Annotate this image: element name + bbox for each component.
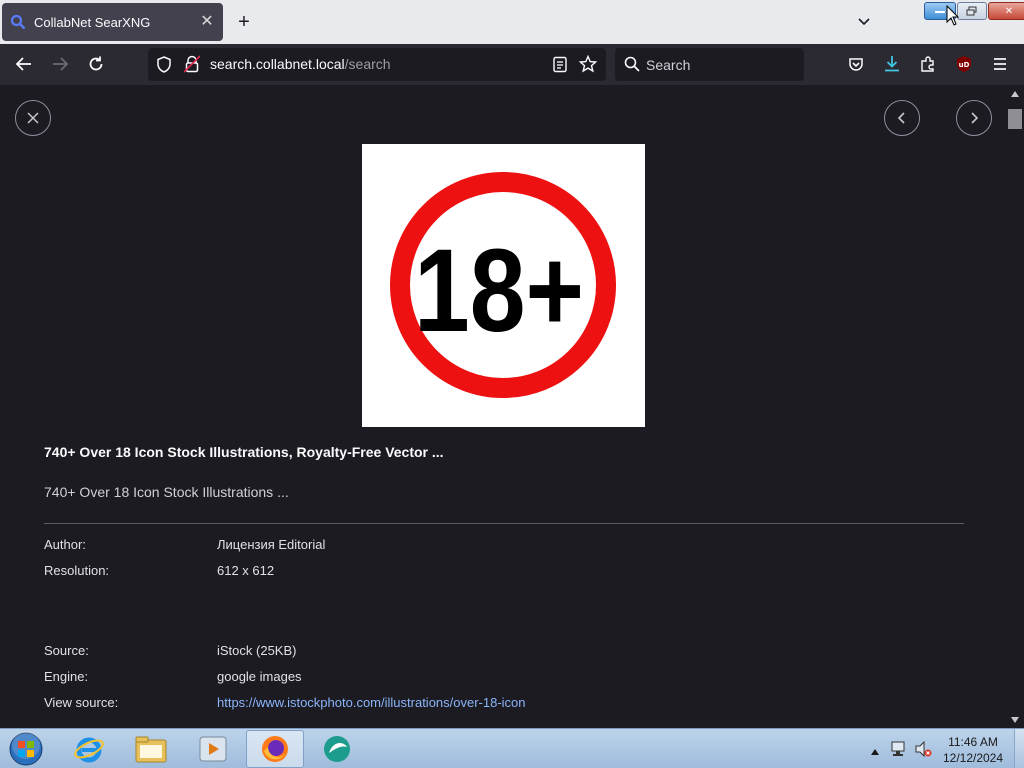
restore-button[interactable] bbox=[957, 2, 987, 20]
author-label: Author: bbox=[44, 537, 86, 552]
previous-result-button[interactable] bbox=[884, 100, 920, 136]
hamburger-menu-icon[interactable] bbox=[988, 52, 1012, 76]
tab-close-icon[interactable]: ✕ bbox=[199, 14, 215, 30]
list-all-tabs-chevron-icon[interactable] bbox=[856, 12, 872, 32]
taskbar-clock[interactable]: 11:46 AM 12/12/2024 bbox=[936, 734, 1010, 766]
url-host: search.collabnet.local bbox=[210, 56, 345, 72]
chevron-right-icon bbox=[971, 112, 979, 124]
search-bar[interactable]: Search bbox=[615, 48, 804, 81]
source-label: Source: bbox=[44, 643, 89, 658]
windows-taskbar: 11:46 AM 12/12/2024 bbox=[0, 728, 1024, 768]
insecure-lock-icon[interactable] bbox=[183, 55, 201, 78]
svg-text:uD: uD bbox=[959, 61, 970, 69]
pocket-icon[interactable] bbox=[844, 52, 868, 76]
mouse-cursor-icon bbox=[946, 5, 960, 26]
search-icon bbox=[10, 14, 26, 30]
resolution-label: Resolution: bbox=[44, 563, 110, 578]
author-value: Лицензия Editorial bbox=[217, 537, 326, 552]
next-result-button[interactable] bbox=[956, 100, 992, 136]
window-controls: ✕ bbox=[924, 2, 1024, 21]
internet-explorer-icon[interactable] bbox=[60, 730, 118, 768]
close-icon bbox=[27, 112, 39, 124]
scrollbar-thumb[interactable] bbox=[1008, 109, 1022, 129]
result-image[interactable]: 18+ bbox=[362, 144, 645, 427]
extensions-puzzle-icon[interactable] bbox=[916, 52, 940, 76]
show-desktop-button[interactable] bbox=[1014, 729, 1024, 768]
result-title: 740+ Over 18 Icon Stock Illustrations, R… bbox=[44, 444, 444, 460]
view-source-label: View source: bbox=[44, 695, 119, 710]
forward-arrow-icon[interactable] bbox=[48, 52, 72, 76]
back-arrow-icon[interactable] bbox=[12, 52, 36, 76]
view-source-link[interactable]: https://www.istockphoto.com/illustration… bbox=[217, 695, 526, 710]
file-explorer-icon[interactable] bbox=[122, 730, 180, 768]
source-value: iStock (25KB) bbox=[217, 643, 297, 658]
url-text: search.collabnet.local/search bbox=[210, 56, 391, 72]
url-bar[interactable]: search.collabnet.local/search bbox=[148, 48, 606, 81]
chevron-left-icon bbox=[897, 112, 905, 124]
app-teal-icon[interactable] bbox=[308, 730, 366, 768]
reader-view-icon[interactable] bbox=[552, 56, 568, 78]
image-detail-viewer: 18+ 740+ Over 18 Icon Stock Illustration… bbox=[0, 85, 1006, 728]
reload-icon[interactable] bbox=[84, 52, 108, 76]
firefox-taskbar-icon[interactable] bbox=[246, 730, 304, 768]
tab-collabnet-searxng[interactable]: CollabNet SearXNG ✕ bbox=[2, 3, 223, 41]
window-close-button[interactable]: ✕ bbox=[988, 2, 1024, 20]
result-description: 740+ Over 18 Icon Stock Illustrations ..… bbox=[44, 484, 289, 500]
search-placeholder: Search bbox=[646, 57, 691, 73]
divider bbox=[44, 523, 964, 524]
tab-strip: CollabNet SearXNG ✕ + ✕ bbox=[0, 0, 1024, 44]
media-player-icon[interactable] bbox=[184, 730, 242, 768]
resolution-value: 612 x 612 bbox=[217, 563, 275, 578]
navigation-toolbar: search.collabnet.local/search Search uD bbox=[0, 44, 1024, 85]
engine-label: Engine: bbox=[44, 669, 89, 684]
new-tab-button[interactable]: + bbox=[234, 12, 254, 32]
search-icon bbox=[624, 56, 640, 77]
start-button[interactable] bbox=[4, 731, 48, 767]
network-icon[interactable] bbox=[890, 740, 908, 763]
clock-date: 12/12/2024 bbox=[942, 751, 1004, 765]
tab-title: CollabNet SearXNG bbox=[34, 14, 151, 30]
url-path: /search bbox=[344, 56, 391, 72]
clock-time: 11:46 AM bbox=[948, 735, 998, 749]
tracking-protection-shield-icon[interactable] bbox=[156, 56, 172, 78]
volume-muted-icon[interactable] bbox=[914, 740, 932, 763]
age-rating-text: 18+ bbox=[414, 225, 584, 357]
downloads-icon[interactable] bbox=[880, 52, 904, 76]
scroll-down-arrow-icon bbox=[1011, 717, 1019, 723]
show-hidden-icons-chevron-icon[interactable] bbox=[870, 743, 880, 761]
scroll-up-arrow-icon bbox=[1011, 91, 1019, 97]
vertical-scrollbar[interactable] bbox=[1006, 85, 1024, 728]
engine-value: google images bbox=[217, 669, 302, 684]
bookmark-star-icon[interactable] bbox=[578, 54, 598, 78]
close-viewer-button[interactable] bbox=[15, 100, 51, 136]
ublock-origin-icon[interactable]: uD bbox=[952, 52, 976, 76]
